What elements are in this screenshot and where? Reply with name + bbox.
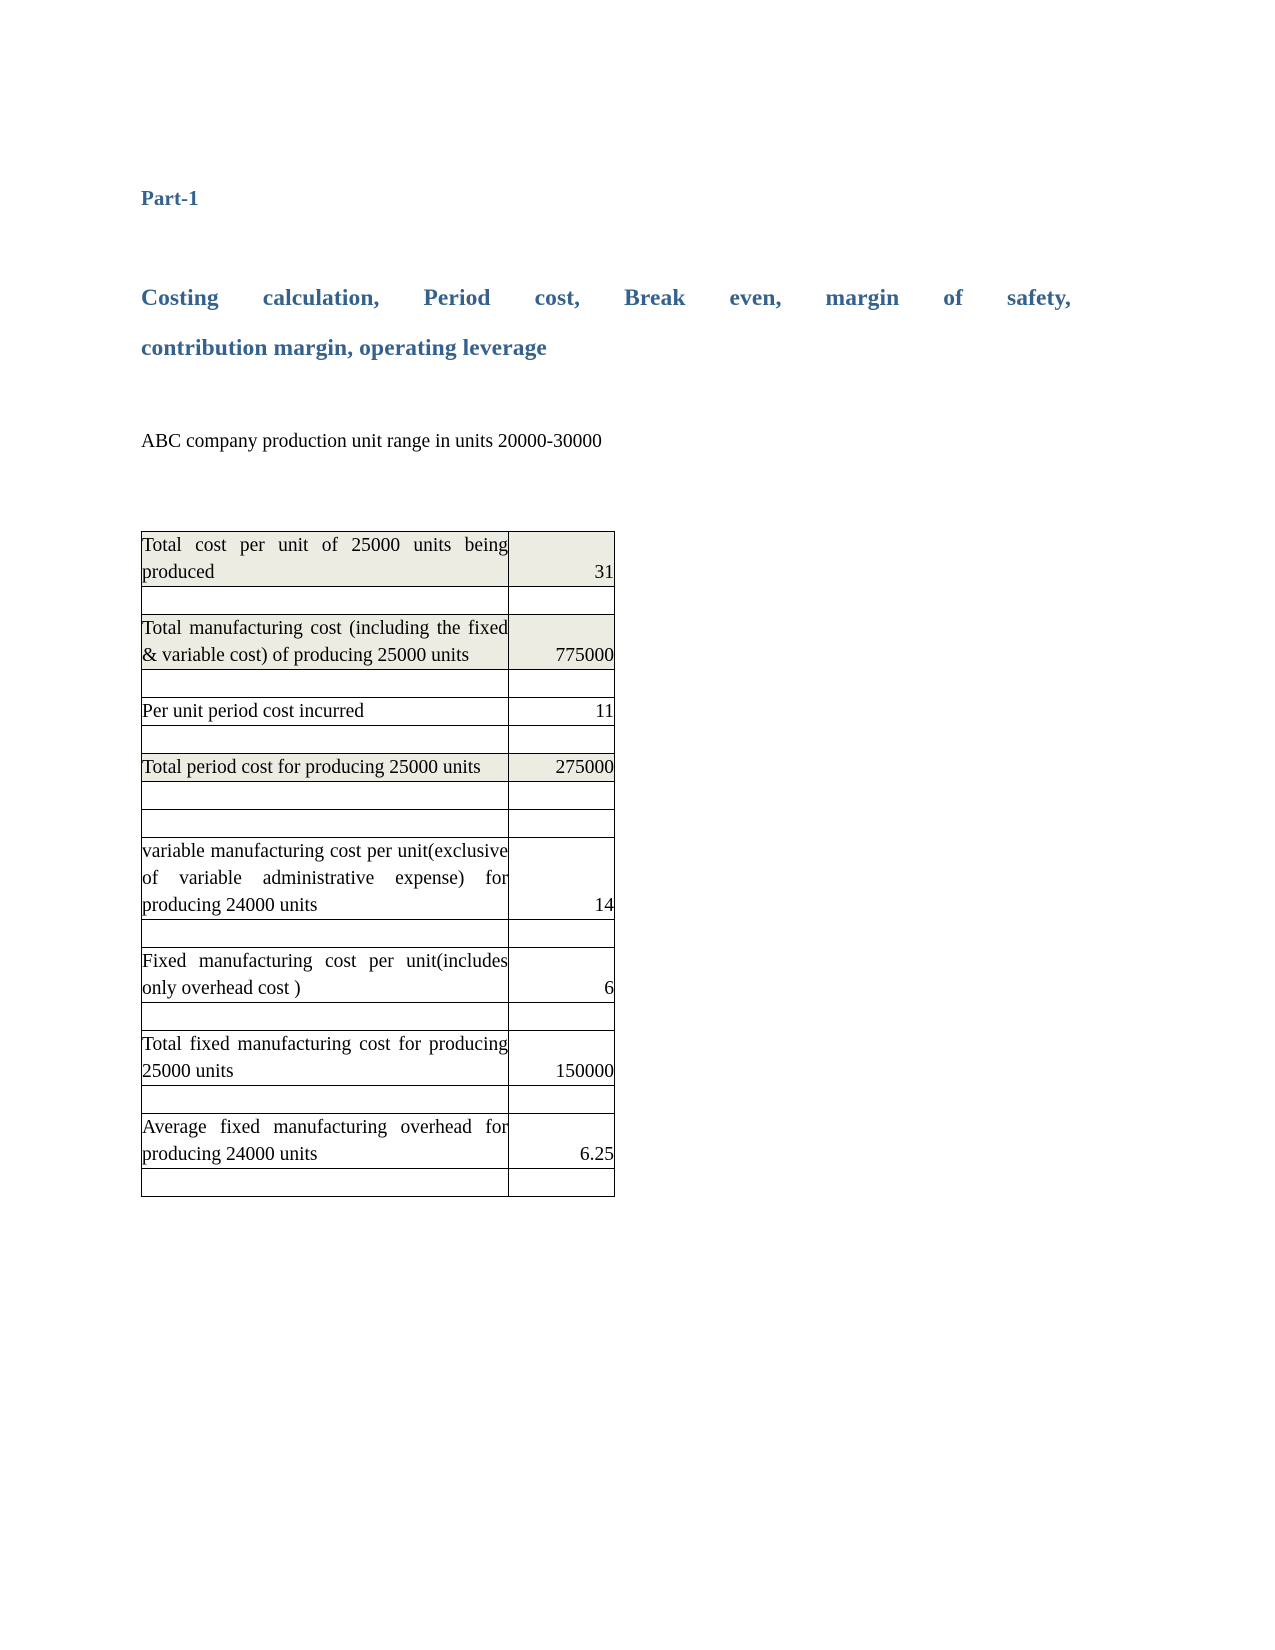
table-cell-label: Total manufacturing cost (including the … [141, 614, 509, 671]
table-cell-label: Per unit period cost incurred [141, 697, 509, 727]
table-cell-label: Fixed manufacturing cost per unit(includ… [141, 947, 509, 1004]
table-spacer-row [141, 669, 615, 699]
table-spacer-row [141, 586, 615, 616]
table-spacer-label-cell [141, 586, 509, 616]
table-spacer-label-cell [141, 1002, 509, 1032]
table-spacer-value-cell [508, 669, 615, 699]
topic-spacer [141, 373, 1071, 429]
document-page: Part-1 Costing calculation, Period cost,… [0, 0, 1275, 1650]
table-row: Fixed manufacturing cost per unit(includ… [141, 947, 615, 1004]
table-spacer-row [141, 1002, 615, 1032]
table-cell-label-text: Total fixed manufacturing cost for produ… [142, 1034, 508, 1083]
table-cell-value: 6 [508, 947, 615, 1004]
table-spacer-value-cell [508, 781, 615, 811]
cost-table-body: Total cost per unit of 25000 units being… [141, 531, 615, 1198]
table-spacer-label-cell [141, 781, 509, 811]
cost-summary-table: Total cost per unit of 25000 units being… [141, 531, 615, 1198]
table-cell-label-text: Total period cost for producing 25000 un… [142, 757, 481, 779]
table-spacer [141, 455, 1071, 531]
table-cell-label-text: Average fixed manufacturing overhead for… [142, 1117, 508, 1166]
topic-heading-line-1: Costing calculation, Period cost, Break … [141, 285, 1071, 312]
table-spacer-label-cell [141, 1085, 509, 1115]
table-cell-value: 6.25 [508, 1113, 615, 1170]
table-cell-value: 150000 [508, 1030, 615, 1087]
table-spacer-row [141, 1085, 615, 1115]
heading-spacer [141, 211, 1071, 273]
table-cell-label: variable manufacturing cost per unit(exc… [141, 837, 509, 921]
table-row: Total cost per unit of 25000 units being… [141, 531, 615, 588]
part-heading: Part-1 [141, 186, 199, 210]
table-spacer-row [141, 809, 615, 839]
topic-heading-line-2: contribution margin, operating leverage [141, 335, 547, 362]
table-cell-label: Average fixed manufacturing overhead for… [141, 1113, 509, 1170]
document-content: Part-1 Costing calculation, Period cost,… [141, 186, 1071, 1198]
table-spacer-value-cell [508, 919, 615, 949]
table-spacer-label-cell [141, 919, 509, 949]
table-spacer-value-cell [508, 1085, 615, 1115]
table-row: Per unit period cost incurred 11 [141, 697, 615, 727]
table-spacer-value-cell [508, 1168, 615, 1198]
table-cell-label: Total cost per unit of 25000 units being… [141, 531, 509, 588]
table-spacer-label-cell [141, 725, 509, 755]
table-row: variable manufacturing cost per unit(exc… [141, 837, 615, 921]
table-cell-label: Total fixed manufacturing cost for produ… [141, 1030, 509, 1087]
table-spacer-value-cell [508, 1002, 615, 1032]
table-spacer-value-cell [508, 809, 615, 839]
table-cell-label: Total period cost for producing 25000 un… [141, 753, 509, 783]
table-cell-label-text: Fixed manufacturing cost per unit(includ… [142, 951, 508, 1000]
intro-paragraph: ABC company production unit range in uni… [141, 431, 602, 453]
table-row: Total period cost for producing 25000 un… [141, 753, 615, 783]
table-spacer-row [141, 919, 615, 949]
table-spacer-row [141, 725, 615, 755]
table-row: Total manufacturing cost (including the … [141, 614, 615, 671]
table-spacer-row [141, 781, 615, 811]
table-cell-label-text: Per unit period cost incurred [142, 701, 365, 723]
table-cell-value: 11 [508, 697, 615, 727]
table-cell-label-text: Total cost per unit of 25000 units being… [142, 535, 508, 584]
table-cell-label-text: variable manufacturing cost per unit(exc… [142, 841, 508, 917]
table-spacer-row [141, 1168, 615, 1198]
table-cell-label-text: Total manufacturing cost (including the … [142, 618, 508, 667]
topic-heading: Costing calculation, Period cost, Break … [141, 273, 1071, 373]
table-row: Average fixed manufacturing overhead for… [141, 1113, 615, 1170]
table-spacer-value-cell [508, 586, 615, 616]
table-cell-value: 275000 [508, 753, 615, 783]
table-row: Total fixed manufacturing cost for produ… [141, 1030, 615, 1087]
table-cell-value: 14 [508, 837, 615, 921]
table-spacer-label-cell [141, 669, 509, 699]
table-cell-value: 31 [508, 531, 615, 588]
table-spacer-label-cell [141, 809, 509, 839]
table-spacer-label-cell [141, 1168, 509, 1198]
table-cell-value: 775000 [508, 614, 615, 671]
table-spacer-value-cell [508, 725, 615, 755]
